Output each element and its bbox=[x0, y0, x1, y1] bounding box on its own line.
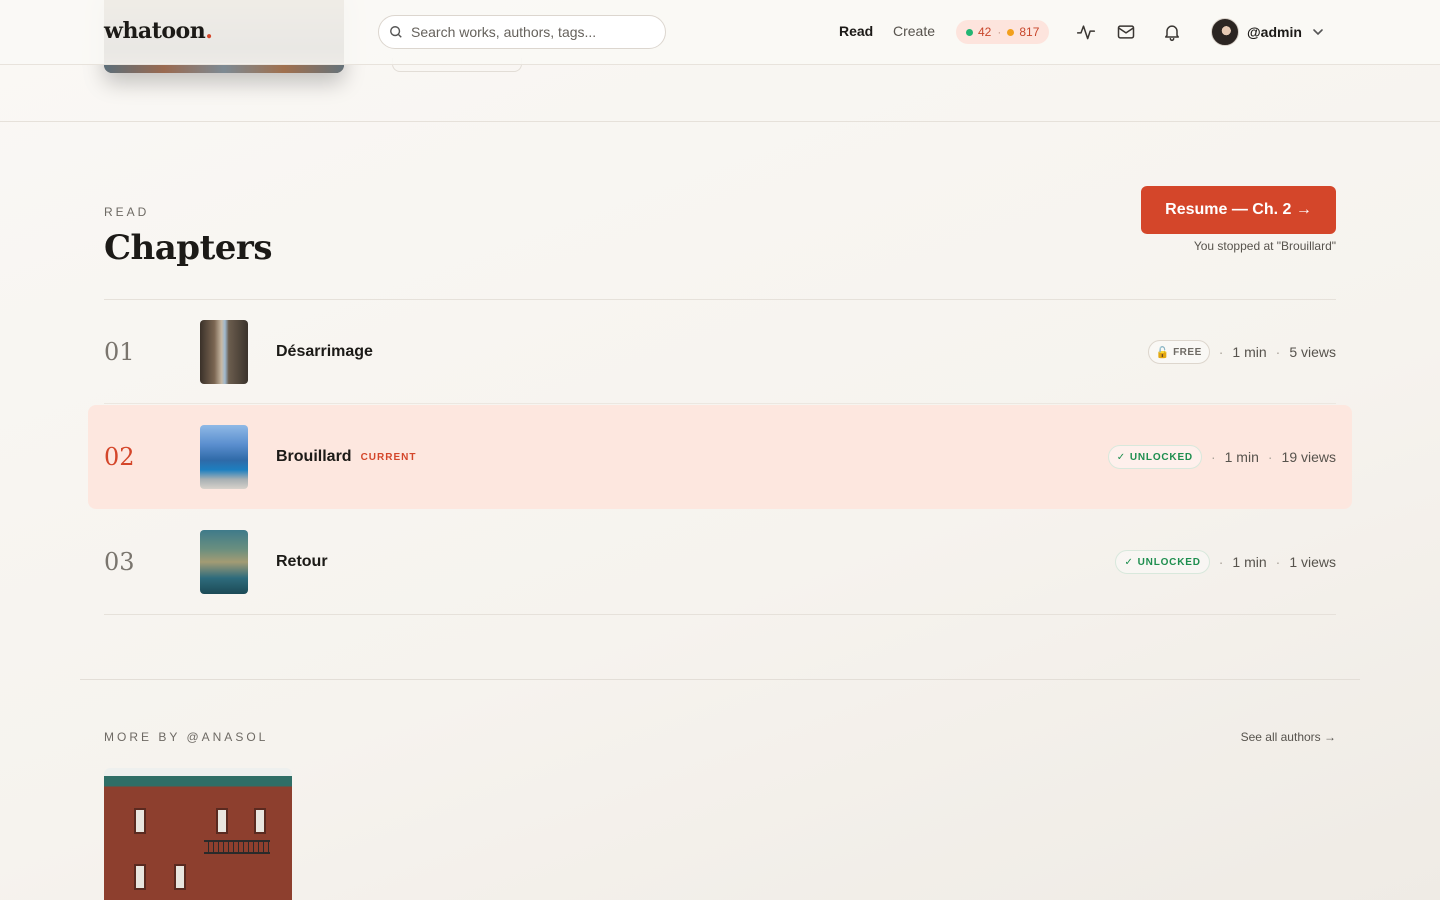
section-divider bbox=[80, 679, 1360, 680]
orange-count: 817 bbox=[1019, 25, 1040, 39]
bell-icon bbox=[1165, 25, 1179, 42]
building-window bbox=[134, 808, 146, 834]
list-divider-bottom bbox=[104, 614, 1336, 615]
nav-create[interactable]: Create bbox=[893, 23, 935, 39]
chapter-title: Brouillard bbox=[276, 448, 352, 465]
search-icon bbox=[390, 26, 402, 38]
meta-separator: · bbox=[1210, 449, 1216, 465]
chapters-title: Chapters bbox=[104, 228, 272, 268]
chapter-number: 01 bbox=[104, 338, 135, 366]
badge-label: UNLOCKED bbox=[1137, 556, 1201, 568]
building-window bbox=[254, 808, 266, 834]
badge-label: UNLOCKED bbox=[1129, 451, 1193, 463]
building-window bbox=[216, 808, 228, 834]
unlocked-badge: ✓ UNLOCKED bbox=[1115, 550, 1210, 574]
mail-icon bbox=[1117, 25, 1135, 39]
meta-separator: · bbox=[1267, 449, 1273, 465]
chapter-duration: 1 min bbox=[1232, 554, 1267, 570]
chapter-row-03[interactable]: 03 Retour ✓ UNLOCKED · 1 min · 1 views bbox=[104, 510, 1336, 614]
meta-separator: · bbox=[1218, 344, 1224, 360]
current-badge: CURRENT bbox=[360, 451, 417, 463]
hero-divider bbox=[0, 121, 1440, 122]
chapter-meta: ✓ UNLOCKED · 1 min · 19 views bbox=[1107, 445, 1336, 469]
check-icon: ✓ bbox=[1124, 556, 1134, 568]
orange-dot-icon bbox=[1007, 28, 1015, 36]
chapter-row-01[interactable]: 01 Désarrimage 🔓 FREE · 1 min · 5 views bbox=[104, 300, 1336, 404]
green-dot-icon bbox=[966, 28, 973, 36]
search-input[interactable] bbox=[411, 24, 651, 40]
lock-icon: 🔓 bbox=[1155, 346, 1171, 359]
chapter-duration: 1 min bbox=[1232, 344, 1267, 360]
green-count: 42 bbox=[978, 25, 992, 39]
chapter-number: 03 bbox=[104, 548, 135, 576]
activity-icon bbox=[1076, 25, 1096, 40]
chapter-row-02[interactable]: 02 Brouillard CURRENT ✓ UNLOCKED · 1 min … bbox=[88, 405, 1352, 509]
chapter-thumbnail bbox=[200, 425, 248, 489]
more-by-eyebrow: MORE BY @ANASOL bbox=[104, 730, 269, 744]
chapter-views: 5 views bbox=[1289, 344, 1336, 360]
stats-separator: · bbox=[997, 25, 1002, 39]
chapters-eyebrow: READ bbox=[104, 205, 150, 219]
avatar bbox=[1211, 18, 1239, 46]
chapter-thumbnail bbox=[200, 530, 248, 594]
meta-separator: · bbox=[1275, 344, 1281, 360]
resume-button[interactable]: Resume — Ch. 2 → bbox=[1141, 186, 1336, 234]
row-divider bbox=[104, 403, 1336, 404]
building-window bbox=[174, 864, 186, 890]
unlocked-badge: ✓ UNLOCKED bbox=[1107, 445, 1202, 469]
chapter-thumbnail bbox=[200, 320, 248, 384]
logo-dot: . bbox=[205, 18, 213, 44]
user-handle: @admin bbox=[1247, 24, 1302, 40]
nav-read[interactable]: Read bbox=[839, 23, 873, 39]
chapter-number: 02 bbox=[104, 443, 135, 471]
free-badge: 🔓 FREE bbox=[1147, 340, 1210, 364]
resume-note: You stopped at "Brouillard" bbox=[1193, 239, 1336, 253]
search-bar[interactable] bbox=[378, 15, 666, 49]
chapter-meta: 🔓 FREE · 1 min · 5 views bbox=[1147, 340, 1336, 364]
building-balcony bbox=[204, 840, 270, 854]
meta-separator: · bbox=[1275, 554, 1281, 570]
notifications-button[interactable] bbox=[1161, 21, 1183, 43]
chapter-views: 19 views bbox=[1281, 449, 1336, 465]
activity-button[interactable] bbox=[1075, 21, 1097, 43]
badge-label: FREE bbox=[1173, 346, 1202, 358]
chapter-meta: ✓ UNLOCKED · 1 min · 1 views bbox=[1115, 550, 1336, 574]
logo[interactable]: whatoon. bbox=[104, 18, 213, 44]
building-window bbox=[134, 864, 146, 890]
chapter-views: 1 views bbox=[1289, 554, 1336, 570]
chevron-down-icon bbox=[1313, 29, 1323, 36]
chapter-duration: 1 min bbox=[1224, 449, 1259, 465]
meta-separator: · bbox=[1218, 554, 1224, 570]
chapter-title: Retour bbox=[276, 553, 328, 570]
user-menu[interactable]: @admin bbox=[1211, 18, 1324, 46]
see-all-authors-link[interactable]: See all authors → bbox=[1241, 730, 1336, 744]
chapter-title: Désarrimage bbox=[276, 343, 373, 360]
work-card-cover[interactable] bbox=[104, 768, 292, 900]
stats-pill[interactable]: 42 · 817 bbox=[956, 20, 1050, 44]
logo-text: whatoon bbox=[104, 18, 206, 44]
check-icon: ✓ bbox=[1116, 451, 1126, 463]
messages-button[interactable] bbox=[1115, 21, 1137, 43]
